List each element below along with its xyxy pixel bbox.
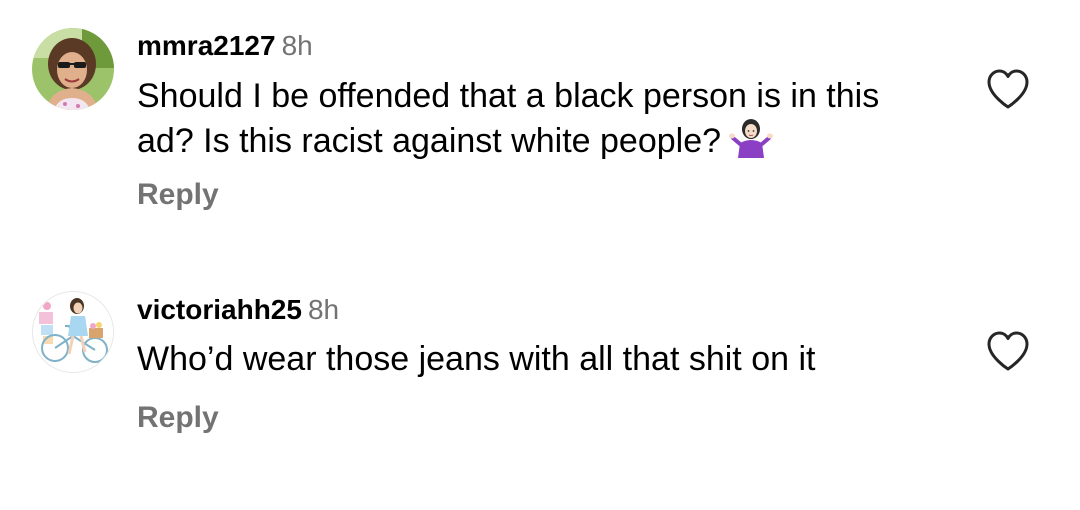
avatar-illustration-icon: [33, 292, 113, 372]
heart-outline-icon: [987, 69, 1029, 109]
avatar[interactable]: [32, 291, 114, 373]
like-button[interactable]: [984, 67, 1032, 111]
comment-text-content: Who’d wear those jeans with all that shi…: [137, 340, 816, 378]
avatar-photo-icon: [32, 28, 114, 110]
username[interactable]: victoriahh25: [137, 294, 302, 325]
like-button[interactable]: [984, 329, 1032, 373]
comment-header: victoriahh25 8h: [137, 290, 937, 330]
reply-button[interactable]: Reply: [137, 178, 219, 212]
person-shrugging-emoji-icon: [729, 118, 774, 158]
comment-item: victoriahh25 8h Who’d wear those jeans wi…: [0, 250, 1080, 510]
comment-header: mmra2127 8h: [137, 26, 937, 66]
comment-text: Who’d wear those jeans with all that shi…: [137, 338, 927, 381]
reply-button[interactable]: Reply: [137, 401, 219, 435]
timestamp: 8h: [307, 294, 340, 325]
avatar[interactable]: [32, 28, 114, 110]
comment-content: mmra2127 8h Should I be offended that a b…: [137, 26, 937, 163]
comment-content: victoriahh25 8h Who’d wear those jeans wi…: [137, 290, 937, 381]
comment-text: Should I be offended that a black person…: [137, 75, 927, 163]
comment-item: mmra2127 8h Should I be offended that a b…: [0, 0, 1080, 250]
heart-outline-icon: [987, 331, 1029, 371]
timestamp: 8h: [281, 30, 313, 61]
username[interactable]: mmra2127: [137, 30, 276, 61]
